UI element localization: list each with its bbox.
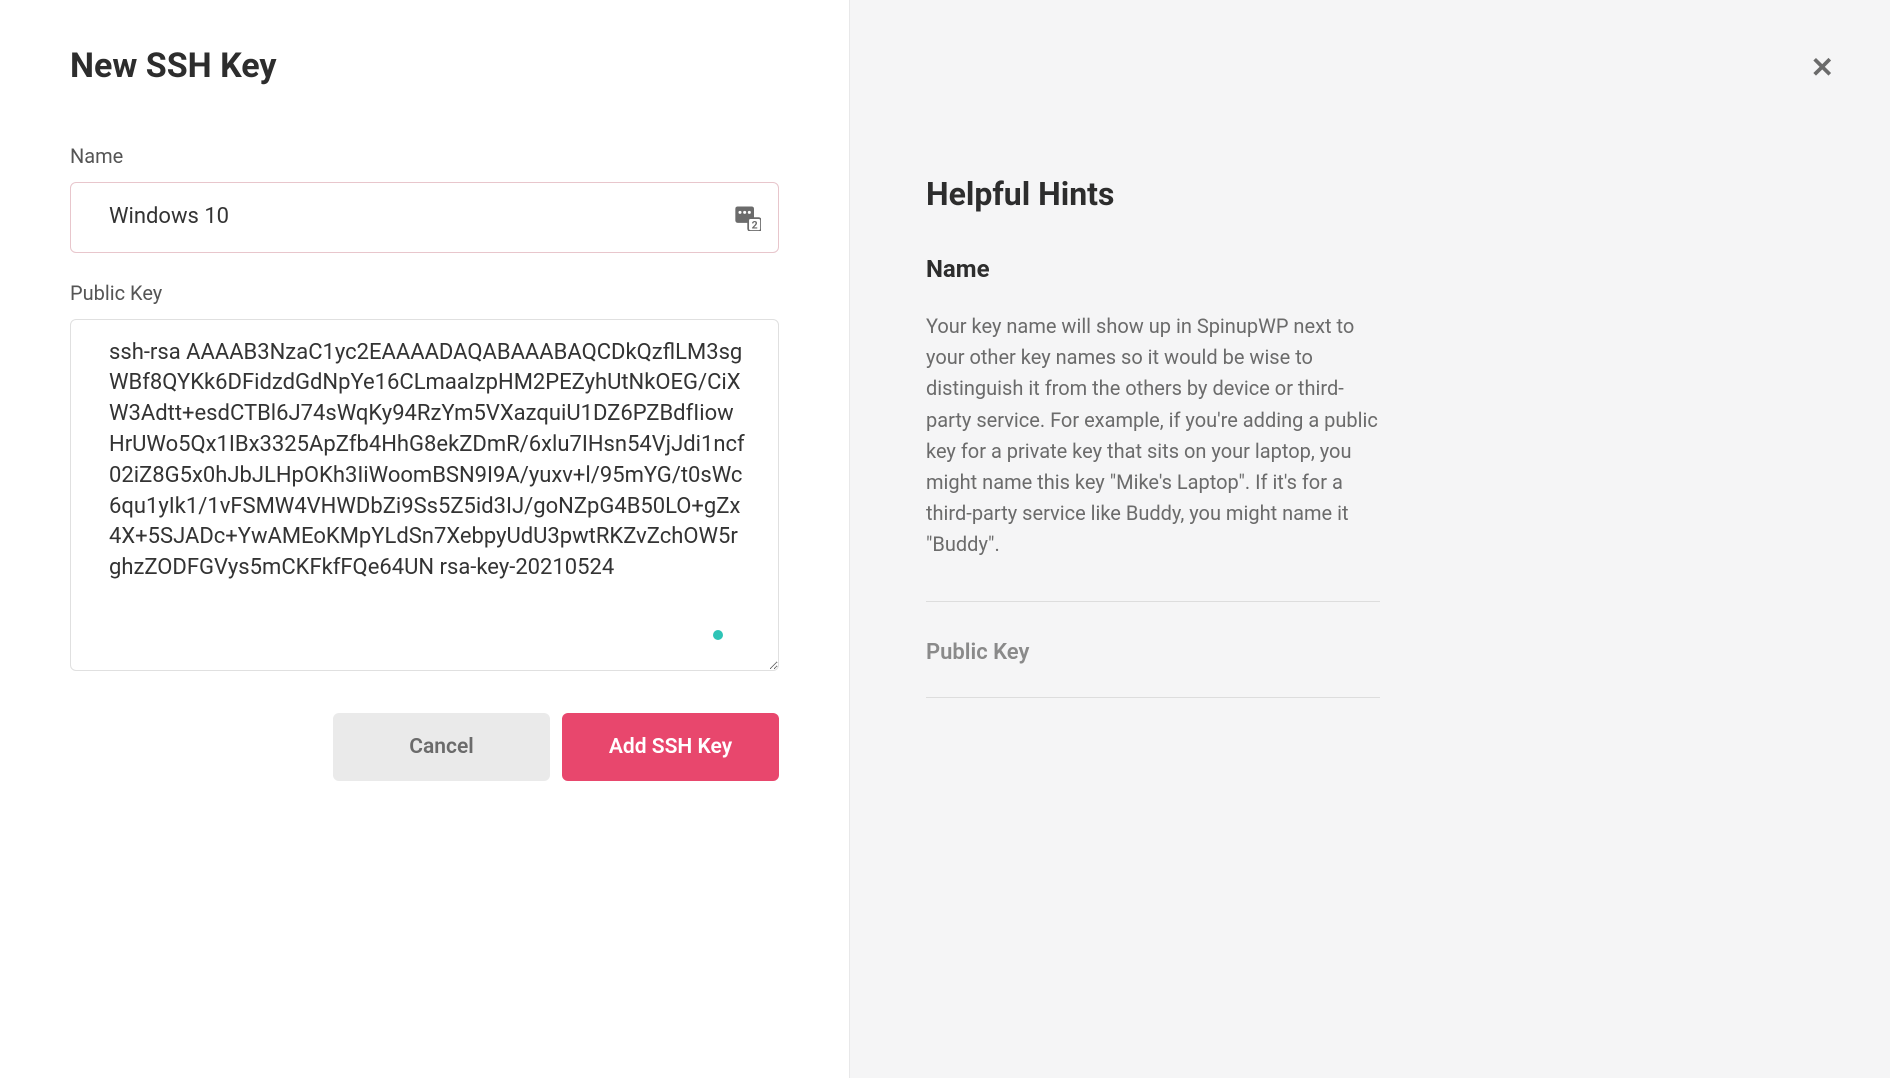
hints-name-body: Your key name will show up in SpinupWP n…	[926, 311, 1380, 561]
form-panel: New SSH Key Name 2 Public Key	[0, 0, 849, 1078]
hints-title: Helpful Hints	[926, 175, 1380, 213]
close-icon: ✕	[1811, 52, 1834, 83]
hints-publickey-heading: Public Key	[926, 640, 1380, 665]
add-ssh-key-button[interactable]: Add SSH Key	[562, 713, 779, 781]
hints-name-heading: Name	[926, 255, 1380, 283]
hints-divider	[926, 601, 1380, 602]
hints-divider-2	[926, 697, 1380, 698]
name-input[interactable]	[70, 182, 779, 253]
hints-inner: Helpful Hints Name Your key name will sh…	[850, 175, 1380, 698]
name-label: Name	[70, 144, 779, 168]
button-row: Cancel Add SSH Key	[70, 713, 779, 781]
page-title: New SSH Key	[70, 46, 779, 86]
name-input-wrap: 2	[70, 182, 779, 253]
publickey-field-group: Public Key	[70, 281, 779, 675]
cancel-button[interactable]: Cancel	[333, 713, 550, 781]
modal-container: New SSH Key Name 2 Public Key	[0, 0, 1890, 1078]
publickey-label: Public Key	[70, 281, 779, 305]
hints-panel: ✕ Helpful Hints Name Your key name will …	[849, 0, 1890, 1078]
close-button[interactable]: ✕	[1807, 50, 1838, 86]
publickey-textarea[interactable]	[70, 319, 779, 671]
name-field-group: Name 2	[70, 144, 779, 253]
